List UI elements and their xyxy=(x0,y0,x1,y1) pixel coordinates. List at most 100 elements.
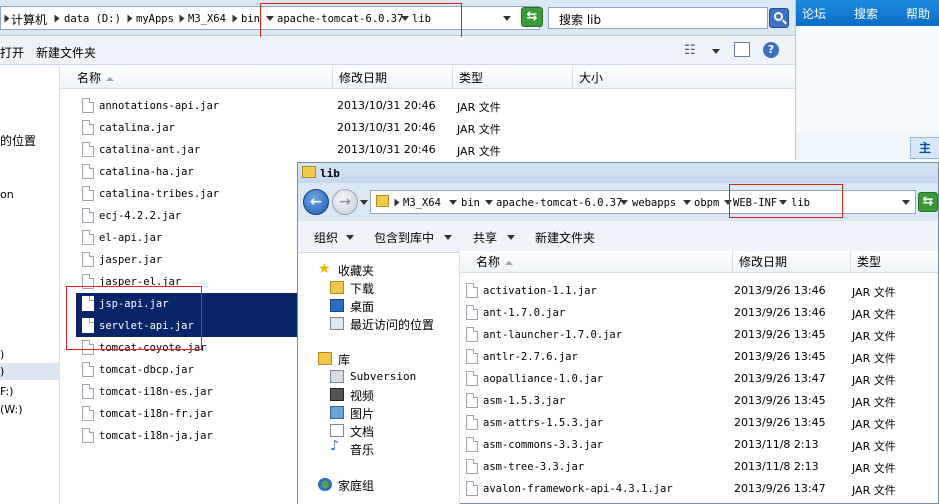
jar-file-icon xyxy=(82,98,94,113)
file-name: el-api.jar xyxy=(99,232,163,244)
nav-item-drive-w[interactable]: (W:) xyxy=(0,403,23,416)
back-search-input[interactable]: 搜索 lib xyxy=(548,7,768,29)
crumb-bin[interactable]: bin xyxy=(241,13,260,25)
column-type[interactable]: 类型 xyxy=(452,67,572,89)
nav-downloads[interactable]: 下载 xyxy=(350,280,374,297)
chevron-down-icon[interactable] xyxy=(485,200,493,205)
nav-item-drive-a[interactable]: ) xyxy=(0,348,4,361)
column-date[interactable]: 修改日期 xyxy=(332,67,452,89)
link-help[interactable]: 帮助 xyxy=(906,5,930,22)
crumb-m3x64[interactable]: M3_X64 xyxy=(403,197,441,209)
file-row[interactable]: asm-tree-3.3.jar 2013/11/8 2:13 JAR 文件 xyxy=(460,456,938,478)
forward-arrow-icon[interactable]: → xyxy=(332,189,358,215)
file-row[interactable]: asm-1.5.3.jar 2013/9/26 13:45 JAR 文件 xyxy=(460,390,938,412)
link-search[interactable]: 搜索 xyxy=(854,5,878,22)
nav-subversion[interactable]: Subversion xyxy=(350,370,416,383)
file-row[interactable]: jasper.jar xyxy=(76,249,296,271)
file-row[interactable]: asm-attrs-1.5.3.jar 2013/9/26 13:45 JAR 文件 xyxy=(460,412,938,434)
nav-item-drive-f[interactable]: F:) xyxy=(0,385,13,398)
file-row[interactable]: aopalliance-1.0.jar 2013/9/26 13:47 JAR 文件 xyxy=(460,368,938,390)
nav-documents[interactable]: 文档 xyxy=(350,423,374,440)
file-row[interactable]: catalina.jar2013/10/31 20:46JAR 文件1,216 … xyxy=(76,117,864,139)
address-history-dropdown[interactable] xyxy=(503,16,511,21)
refresh-icon[interactable]: ⇆ xyxy=(918,192,938,212)
file-row[interactable]: annotations-api.jar 2013/10/31 20:46 JAR 文… xyxy=(76,95,864,117)
file-row[interactable]: ecj-4.2.2.jar xyxy=(76,205,296,227)
refresh-icon[interactable]: ⇆ xyxy=(521,7,543,27)
file-row[interactable]: ant-1.7.0.jar 2013/9/26 13:46 JAR 文件 xyxy=(460,302,938,324)
preview-pane-icon[interactable] xyxy=(734,42,750,57)
chevron-down-icon[interactable] xyxy=(360,200,368,205)
chevron-down-icon[interactable] xyxy=(620,200,628,205)
browser-button[interactable]: 主 xyxy=(910,137,939,159)
chevron-down-icon[interactable] xyxy=(712,49,720,54)
back-arrow-icon[interactable]: ← xyxy=(303,189,329,215)
file-name: antlr-2.7.6.jar xyxy=(483,351,578,363)
front-nav-pane: ★ 收藏夹 下载 桌面 最近访问的位置 库 Subversion 视频 图片 文… xyxy=(298,254,460,504)
file-row[interactable]: avalon-framework-api-4.3.1.jar 2013/9/26 … xyxy=(460,478,938,500)
new-folder-button[interactable]: 新建文件夹 xyxy=(535,229,595,246)
chevron-right-icon[interactable] xyxy=(54,14,60,23)
view-options-icon[interactable]: ☷ xyxy=(684,43,696,58)
documents-icon xyxy=(330,424,344,437)
open-button[interactable]: 打开 xyxy=(0,44,24,61)
chevron-right-icon[interactable] xyxy=(232,14,238,23)
nav-music[interactable]: 音乐 xyxy=(350,441,374,458)
file-name: annotations-api.jar xyxy=(99,100,220,112)
nav-desktop[interactable]: 桌面 xyxy=(350,298,374,315)
nav-item-on[interactable]: on xyxy=(0,188,14,201)
chevron-down-icon[interactable] xyxy=(683,200,691,205)
nav-recent[interactable]: 最近访问的位置 xyxy=(350,316,434,333)
crumb-drive[interactable]: data (D:) xyxy=(64,13,121,25)
include-library-button[interactable]: 包含到库中 xyxy=(374,229,434,246)
column-name[interactable]: 名称 xyxy=(61,67,332,89)
address-history-dropdown[interactable] xyxy=(902,200,910,205)
crumb-obpm[interactable]: obpm xyxy=(694,197,719,209)
file-row[interactable]: catalina-ant.jar2013/10/31 20:46JAR 文件54… xyxy=(76,139,864,161)
chevron-right-icon[interactable] xyxy=(179,14,185,23)
file-row[interactable]: ant-launcher-1.7.0.jar 2013/9/26 13:45 JAR… xyxy=(460,324,938,346)
nav-libraries[interactable]: 库 xyxy=(338,351,350,368)
crumb-webapps[interactable]: webapps xyxy=(632,197,676,209)
link-forum[interactable]: 论坛 xyxy=(802,5,826,22)
chevron-right-icon[interactable] xyxy=(127,14,133,23)
file-row[interactable]: tomcat-i18n-es.jar xyxy=(76,381,296,403)
crumb-bin[interactable]: bin xyxy=(461,197,480,209)
front-file-list: activation-1.1.jar 2013/9/26 13:46 JAR 文件 a… xyxy=(460,254,938,504)
share-button[interactable]: 共享 xyxy=(473,229,497,246)
file-date: 2013/9/26 13:45 xyxy=(734,416,826,429)
file-row[interactable]: tomcat-dbcp.jar xyxy=(76,359,296,381)
file-row[interactable]: tomcat-i18n-ja.jar xyxy=(76,425,296,447)
file-row[interactable]: antlr-2.7.6.jar 2013/9/26 13:45 JAR 文件 xyxy=(460,346,938,368)
file-row[interactable]: asm-commons-3.3.jar 2013/11/8 2:13 JAR 文件 xyxy=(460,434,938,456)
file-row[interactable]: tomcat-i18n-fr.jar xyxy=(76,403,296,425)
nav-item-recent[interactable]: 的位置 xyxy=(0,132,36,149)
file-date: 2013/9/26 13:45 xyxy=(734,328,826,341)
help-icon[interactable]: ? xyxy=(763,42,779,58)
new-folder-button[interactable]: 新建文件夹 xyxy=(36,44,96,61)
file-type: JAR 文件 xyxy=(457,145,501,158)
column-size[interactable]: 大小 xyxy=(572,67,654,89)
file-type: JAR 文件 xyxy=(457,123,501,136)
file-row[interactable]: catalina-tribes.jar xyxy=(76,183,296,205)
nav-item-drive-b[interactable]: ) xyxy=(0,365,4,378)
nav-video[interactable]: 视频 xyxy=(350,387,374,404)
chevron-down-icon[interactable] xyxy=(449,200,457,205)
file-row[interactable]: catalina-ha.jar xyxy=(76,161,296,183)
file-type: JAR 文件 xyxy=(852,308,896,321)
nav-pictures[interactable]: 图片 xyxy=(350,405,374,422)
nav-homegroup[interactable]: 家庭组 xyxy=(338,477,374,494)
crumb-computer[interactable]: 计算机 xyxy=(11,11,47,28)
crumb-tomcat[interactable]: apache-tomcat-6.0.37 xyxy=(496,197,622,209)
crumb-myapps[interactable]: myApps xyxy=(136,13,174,25)
nav-favorites[interactable]: 收藏夹 xyxy=(338,262,374,279)
organize-button[interactable]: 组织 xyxy=(314,229,338,246)
front-toolbar: 组织 包含到库中 共享 新建文件夹 xyxy=(298,221,938,253)
jar-file-icon xyxy=(466,371,478,386)
file-name: ant-1.7.0.jar xyxy=(483,307,566,319)
chevron-right-icon[interactable] xyxy=(394,198,400,207)
file-row[interactable]: activation-1.1.jar 2013/9/26 13:46 JAR 文件 xyxy=(460,280,938,302)
crumb-m3x64[interactable]: M3_X64 xyxy=(188,13,226,25)
search-icon[interactable] xyxy=(769,8,789,28)
file-row[interactable]: el-api.jar xyxy=(76,227,296,249)
